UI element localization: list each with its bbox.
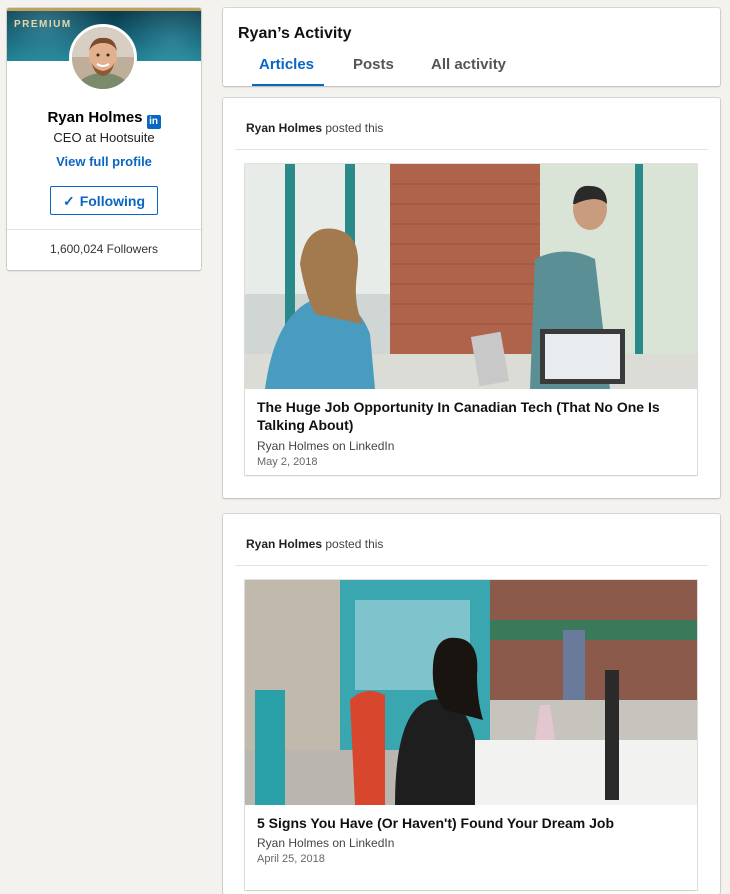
profile-name[interactable]: Ryan Holmes in — [7, 109, 201, 129]
followers-count: 1,600,024 Followers — [49, 242, 159, 256]
post-action: posted this — [325, 537, 384, 551]
post-action: posted this — [325, 121, 384, 135]
article-date: May 2, 2018 — [257, 456, 318, 468]
divider — [7, 229, 201, 230]
tab-all-activity[interactable]: All activity — [431, 56, 506, 73]
post-card: Ryan Holmes posted this — [223, 98, 720, 498]
activity-header: Ryan’s Activity Articles Posts All activ… — [223, 8, 720, 86]
post-card: Ryan Holmes posted this — [223, 514, 720, 894]
page-title: Ryan’s Activity — [238, 25, 352, 42]
following-button[interactable]: ✓ Following — [50, 186, 158, 215]
active-tab-indicator — [252, 84, 324, 86]
tab-articles[interactable]: Articles — [259, 56, 314, 73]
view-full-profile-link[interactable]: View full profile — [7, 154, 201, 169]
checkmark-icon: ✓ — [62, 192, 75, 209]
article-card[interactable]: 5 Signs You Have (Or Haven't) Found Your… — [245, 580, 697, 890]
avatar[interactable] — [69, 24, 137, 92]
linkedin-icon: in — [146, 115, 161, 129]
avatar-photo — [72, 27, 134, 89]
article-title[interactable]: The Huge Job Opportunity In Canadian Tec… — [257, 398, 689, 434]
article-source: Ryan Holmes on LinkedIn — [257, 439, 395, 453]
post-author[interactable]: Ryan Holmes — [246, 537, 322, 551]
profile-headline: CEO at Hootsuite — [53, 130, 155, 145]
profile-card: PREMIUM Ryan Holmes in CEO at Hootsuite V… — [7, 8, 201, 270]
article-image — [245, 580, 697, 805]
article-card[interactable]: The Huge Job Opportunity In Canadian Tec… — [245, 164, 697, 475]
post-meta: Ryan Holmes posted this — [246, 121, 383, 135]
profile-name-text: Ryan Holmes — [47, 109, 143, 126]
divider — [235, 149, 708, 150]
post-meta: Ryan Holmes posted this — [246, 537, 383, 551]
article-source: Ryan Holmes on LinkedIn — [257, 836, 395, 850]
article-date: April 25, 2018 — [257, 853, 325, 865]
following-button-label: Following — [79, 192, 146, 209]
article-title[interactable]: 5 Signs You Have (Or Haven't) Found Your… — [257, 814, 689, 832]
article-image — [245, 164, 697, 389]
premium-badge: PREMIUM — [14, 19, 72, 30]
tab-posts[interactable]: Posts — [353, 56, 394, 73]
divider — [235, 565, 708, 566]
post-author[interactable]: Ryan Holmes — [246, 121, 322, 135]
